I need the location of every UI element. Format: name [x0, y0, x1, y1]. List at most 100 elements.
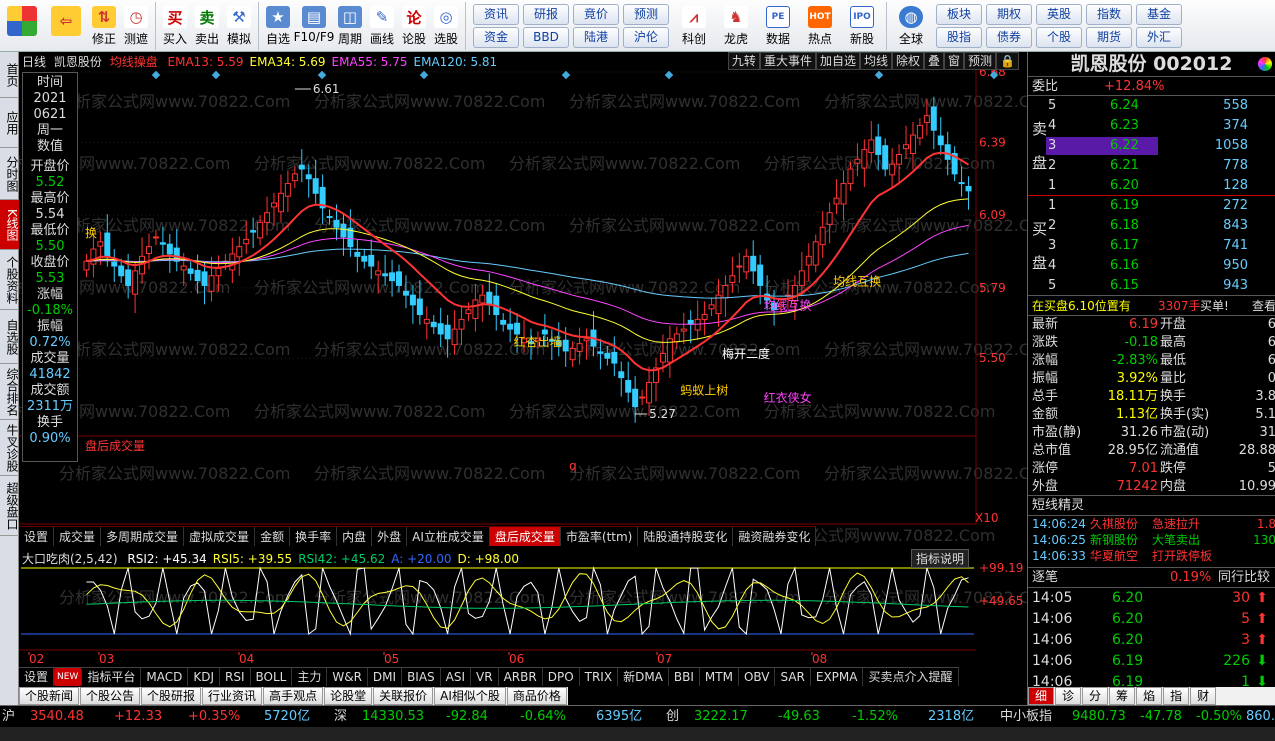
ask-row[interactable]: 2 6.21 778 [1028, 156, 1275, 176]
quick-button[interactable]: 个股 [1036, 27, 1082, 48]
chart-tool-button[interactable]: 均线 [859, 52, 892, 70]
clock-button[interactable]: ◷ 测遮 [120, 0, 152, 52]
indicator-tab[interactable]: BBI [669, 668, 700, 686]
news-tab[interactable]: 个股公告 [80, 687, 141, 705]
news-tab[interactable]: AI相似个股 [434, 687, 506, 705]
indicator-tab[interactable]: 买卖点介入提醒 [863, 668, 959, 686]
volume-tab[interactable]: 外盘 [372, 527, 408, 546]
indicator-tab[interactable]: W&R [327, 668, 368, 686]
bid-row[interactable]: 4 6.16 950 [1028, 256, 1275, 276]
ask-row[interactable]: 3 6.22 1058 [1028, 136, 1275, 156]
chart-tool-button[interactable]: 重大事件 [759, 52, 816, 70]
elves-row[interactable]: 14:06:33 华夏航空 打开跌停板 [1028, 548, 1275, 564]
quick-button[interactable]: 外汇 [1136, 27, 1182, 48]
indicator-explain-button[interactable]: 指标说明 [910, 549, 969, 568]
chart-tool-button[interactable]: 除权 [891, 52, 924, 70]
leftnav-item[interactable]: 综合排名 [0, 364, 19, 420]
quote-tab[interactable]: 诊 [1055, 687, 1082, 705]
indicator-tab[interactable]: DMI [368, 668, 403, 686]
quick-button[interactable]: 板块 [936, 4, 982, 25]
globe-button[interactable]: ◍ 全球 [890, 0, 932, 52]
leftnav-item[interactable]: 分时图 [0, 148, 19, 200]
volume-tab[interactable]: 设置 [19, 527, 55, 546]
volume-tab[interactable]: 虚拟成交量 [184, 527, 256, 546]
indicator-tab[interactable]: SAR [775, 668, 811, 686]
indicator-tab[interactable]: NEW [54, 668, 83, 686]
elves-row[interactable]: 14:06:25 新钢股份 大笔卖出 130 [1028, 532, 1275, 548]
chart-button[interactable]: ⩘ 科创 [673, 0, 715, 52]
quick-button[interactable]: 陆港 [573, 27, 619, 48]
volume-tab[interactable]: 金额 [255, 527, 291, 546]
ask-row[interactable]: 5 6.24 558 [1028, 96, 1275, 116]
volume-tab[interactable]: 多周期成交量 [101, 527, 185, 546]
view-detail-link[interactable]: 查看详 [1252, 296, 1275, 316]
event-diamond-icon[interactable] [561, 70, 571, 80]
hammer-button[interactable]: ⚒ 模拟 [223, 0, 255, 52]
volume-tab[interactable]: 盘后成交量 [489, 527, 561, 546]
quote-tab[interactable]: 焰 [1136, 687, 1163, 705]
period-button[interactable]: ◫ 周期 [334, 0, 366, 52]
quote-tab[interactable]: 财 [1190, 687, 1217, 705]
ask-row[interactable]: 1 6.20 128 [1028, 176, 1275, 196]
volume-tab[interactable]: 换手率 [290, 527, 338, 546]
ipo-button[interactable]: IPO 新股 [841, 0, 883, 52]
event-diamond-icon[interactable] [317, 70, 327, 80]
indicator-tab[interactable]: MTM [700, 668, 739, 686]
bid-row[interactable]: 5 6.15 943 [1028, 276, 1275, 296]
lock-icon[interactable]: 🔒 [996, 52, 1019, 70]
indicator-tab[interactable]: KDJ [188, 668, 220, 686]
indicator-name-label[interactable]: 均线操盘 [110, 55, 158, 69]
buy-button[interactable]: 买买入 [159, 0, 191, 52]
chart-tool-button[interactable]: 窗 [944, 52, 965, 70]
indicator-tab[interactable]: BIAS [402, 668, 441, 686]
indicator-tab[interactable]: MACD [141, 668, 189, 686]
leftnav-item[interactable]: 个股资料 [0, 250, 19, 310]
pe-button[interactable]: PE 数据 [757, 0, 799, 52]
news-tab[interactable]: 高手观点 [263, 687, 324, 705]
indicator-tab[interactable]: TRIX [580, 668, 619, 686]
star-button[interactable]: ★ 自选 [262, 0, 294, 52]
news-tab[interactable]: 个股新闻 [19, 687, 80, 705]
quick-button[interactable]: BBD [523, 27, 569, 48]
period-label[interactable]: 日线 [22, 55, 46, 69]
bid-row[interactable]: 3 6.17 741 [1028, 236, 1275, 256]
f10-button[interactable]: ▤ F10/F9 [294, 0, 334, 52]
chart-tool-button[interactable]: 预测 [964, 52, 997, 70]
news-tab[interactable]: 论股堂 [324, 687, 373, 705]
indicator-tab[interactable]: OBV [739, 668, 776, 686]
up-down-arrows-button[interactable]: ⇅ 修正 [88, 0, 120, 52]
quick-button[interactable]: 期货 [1086, 27, 1132, 48]
quick-button[interactable]: 指数 [1086, 4, 1132, 25]
indicator-tab[interactable]: 设置 [19, 668, 55, 686]
indicator-tab[interactable]: VR [471, 668, 499, 686]
quick-button[interactable]: 研报 [523, 4, 569, 25]
color-wheel-icon[interactable] [1258, 57, 1272, 71]
chart-tool-button[interactable]: 九转 [727, 52, 760, 70]
windows-grid-button[interactable] [0, 0, 44, 52]
dragon-button[interactable]: ♞ 龙虎 [715, 0, 757, 52]
quick-button[interactable]: 沪伦 [623, 27, 669, 48]
elves-title[interactable]: 短线精灵 [1032, 496, 1084, 516]
bid-row[interactable]: 2 6.18 843 [1028, 216, 1275, 236]
quick-button[interactable]: 股指 [936, 27, 982, 48]
quote-tab[interactable]: 筹 [1109, 687, 1136, 705]
event-diamond-icon[interactable] [664, 70, 674, 80]
ask-row[interactable]: 4 6.23 374 [1028, 116, 1275, 136]
quick-button[interactable]: 基金 [1136, 4, 1182, 25]
sell-button[interactable]: 卖卖出 [191, 0, 223, 52]
news-tab[interactable]: 关联报价 [373, 687, 434, 705]
discuss-button[interactable]: 论论股 [398, 0, 430, 52]
chart-tool-button[interactable]: 叠 [924, 52, 945, 70]
indicator-tab[interactable]: 主力 [292, 668, 328, 686]
indicator-tab[interactable]: BOLL [251, 668, 293, 686]
indicator-tab[interactable]: EXPMA [811, 668, 864, 686]
quick-button[interactable]: 资金 [473, 27, 519, 48]
leftnav-item[interactable]: 自选股 [0, 310, 19, 364]
volume-tab[interactable]: 成交量 [54, 527, 102, 546]
kline-chart-area[interactable]: 分析家公式网www.70822.Com 分析家公式网www.70822.Com 分析… [19, 52, 1027, 705]
quote-tab[interactable]: 分 [1082, 687, 1109, 705]
leftnav-item[interactable]: K线图 [0, 200, 19, 250]
quick-button[interactable]: 竟价 [573, 4, 619, 25]
leftnav-item[interactable]: 应用 [0, 98, 19, 148]
pencil-button[interactable]: ✎ 画线 [366, 0, 398, 52]
